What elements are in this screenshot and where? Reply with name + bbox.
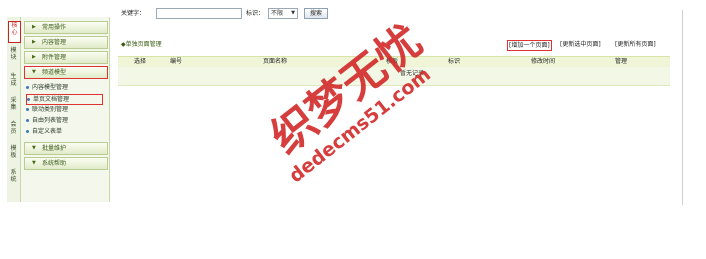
vtab-template[interactable]: 模板 xyxy=(8,145,19,165)
menu-item-label: 自由列表管理 xyxy=(32,117,69,124)
menu-group-common[interactable]: ▶ 常用操作 xyxy=(24,21,108,34)
menu-group-content[interactable]: ▶ 内容管理 xyxy=(24,36,108,49)
add-page-link[interactable]: [增加一个页面] xyxy=(507,40,552,51)
col-modified: 修改时间 xyxy=(531,58,556,65)
menu-group-label: 频道模型 xyxy=(42,69,67,76)
vtab-core[interactable]: 核心 xyxy=(8,21,21,43)
chevron-down-icon: ▼ xyxy=(32,160,36,166)
col-manage: 管理 xyxy=(615,58,628,65)
bullet-icon xyxy=(26,86,29,89)
menu-group-help[interactable]: ▼ 系统帮助 xyxy=(24,157,108,170)
chevron-right-icon: ▶ xyxy=(32,24,36,30)
bullet-icon xyxy=(26,108,29,111)
menu-group-batch[interactable]: ▼ 批量维护 xyxy=(24,142,108,155)
col-id: 编号 xyxy=(170,58,183,65)
update-selected-link[interactable]: [更新选中页面] xyxy=(560,40,601,49)
menu-group-label: 系统帮助 xyxy=(42,160,67,167)
menu-group-attachment[interactable]: ▶ 附件管理 xyxy=(24,51,108,64)
chevron-down-icon: ▼ xyxy=(291,10,295,16)
menu-item-label: 内容模型管理 xyxy=(32,84,69,91)
menu-item-label: 联动类别管理 xyxy=(32,106,69,113)
menu-item-label: 单页文档管理 xyxy=(33,96,70,103)
chevron-down-icon: ▼ xyxy=(32,145,36,151)
update-all-link[interactable]: [更新所有页面] xyxy=(615,40,656,49)
tag-select-value: 不限 xyxy=(271,10,284,17)
menu-group-channel-model[interactable]: ▼ 频道模型 xyxy=(24,66,108,79)
col-select: 选择 xyxy=(134,58,147,65)
divider xyxy=(682,10,683,205)
vtab-collect[interactable]: 采集 xyxy=(8,97,19,117)
menu-group-label: 内容管理 xyxy=(42,39,67,46)
vtab-generate[interactable]: 生成 xyxy=(8,73,19,93)
keyword-input[interactable] xyxy=(156,8,242,19)
keyword-label: 关键字： xyxy=(121,10,146,17)
col-page-name: 页面名称 xyxy=(263,58,288,65)
menu-group-label: 批量维护 xyxy=(42,145,67,152)
bullet-icon xyxy=(26,130,29,133)
vtab-module[interactable]: 模块 xyxy=(8,47,19,67)
menu-item-single-page[interactable]: 单页文档管理 xyxy=(26,94,103,105)
chevron-down-icon: ▼ xyxy=(32,69,36,75)
menu-item-linkage[interactable]: 联动类别管理 xyxy=(26,105,104,114)
vtab-system[interactable]: 系统 xyxy=(8,169,19,189)
tag-select[interactable]: 不限 ▼ xyxy=(268,8,298,19)
bullet-icon xyxy=(26,119,29,122)
tag-label: 标识： xyxy=(246,10,265,17)
page-title: ◆单独页面管理 xyxy=(121,41,162,48)
vtab-member[interactable]: 会员 xyxy=(8,121,19,141)
col-tag: 标识 xyxy=(448,58,461,65)
left-vertical-tabs: 核心 模块 生成 采集 会员 模板 系统 xyxy=(7,17,21,202)
menu-item-free-list[interactable]: 自由列表管理 xyxy=(26,116,104,125)
menu-item-label: 自定义表单 xyxy=(32,128,63,135)
menu-group-label: 附件管理 xyxy=(42,54,67,61)
menu-item-custom-form[interactable]: 自定义表单 xyxy=(26,127,104,136)
bullet-icon xyxy=(27,98,30,101)
menu-group-label: 常用操作 xyxy=(42,24,67,31)
search-button[interactable]: 搜索 xyxy=(304,8,328,19)
chevron-right-icon: ▶ xyxy=(32,39,36,45)
left-menu: ▶ 常用操作 ▶ 内容管理 ▶ 附件管理 ▼ 频道模型 内容模型管理 单页文档管… xyxy=(21,17,110,202)
chevron-right-icon: ▶ xyxy=(32,54,36,60)
menu-item-content-model[interactable]: 内容模型管理 xyxy=(26,83,104,92)
